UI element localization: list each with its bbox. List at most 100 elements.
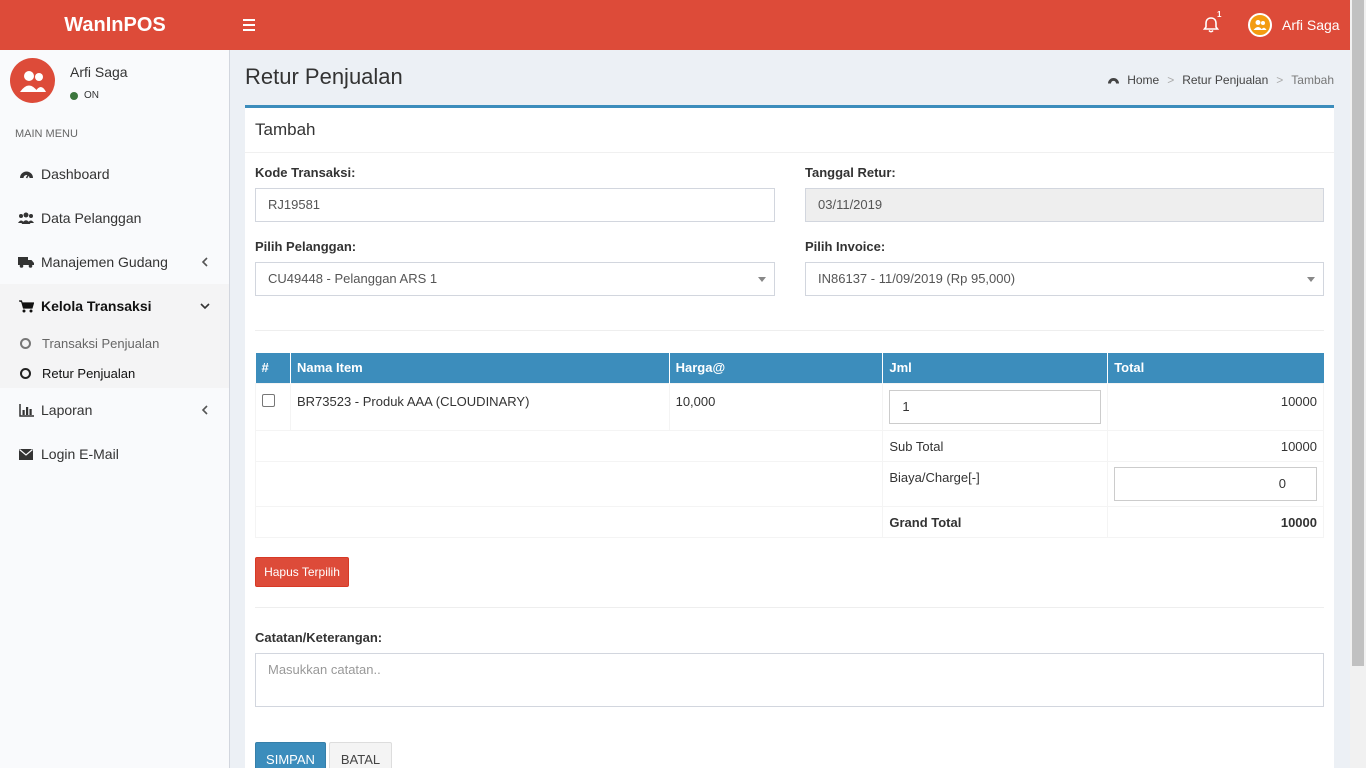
dropdown-arrow-icon (1307, 277, 1315, 282)
item-total-cell: 10000 (1107, 382, 1324, 431)
sidebar: Arfi Saga ON MAIN MENU Dashboard Data Pe… (0, 50, 230, 768)
cart-icon (18, 298, 34, 314)
sidebar-item-label: Kelola Transaksi (41, 298, 152, 314)
charge-cell: 0 (1107, 460, 1324, 507)
column-header: Nama Item (290, 353, 670, 383)
scrollbar-thumb[interactable] (1352, 0, 1364, 666)
user-panel: Arfi Saga ON (10, 58, 220, 106)
subtotal-label: Sub Total (882, 429, 1109, 462)
return-items-table: # Nama Item Harga@ Jml Total BR73523 - P… (254, 353, 1324, 538)
divider (245, 152, 1334, 153)
user-avatar-icon (10, 58, 55, 103)
catatan-label: Catatan/Keterangan: (255, 630, 383, 645)
header-user-name: Arfi Saga (1282, 17, 1340, 33)
sidebar-item-label: Manajemen Gudang (41, 254, 168, 270)
status-indicator: ON (70, 90, 99, 101)
tanggal-retur-input: 03/11/2019 (805, 188, 1324, 222)
qty-input[interactable]: 1 (889, 389, 1102, 424)
chevron-down-icon (199, 299, 211, 311)
sidebar-item-label: Dashboard (41, 166, 110, 182)
table-header-row: # Nama Item Harga@ Jml Total (255, 353, 1324, 383)
online-dot-icon (70, 91, 78, 100)
dashboard-icon (1107, 75, 1120, 86)
divider (255, 330, 1324, 331)
user-menu[interactable]: Arfi Saga (1248, 13, 1340, 37)
batal-button[interactable]: BATAL (329, 742, 392, 768)
submenu-item-transaksi-penjualan[interactable]: Transaksi Penjualan (20, 333, 159, 353)
breadcrumb-home[interactable]: Home (1127, 73, 1159, 87)
avatar-icon (1248, 13, 1272, 37)
breadcrumb-retur-penjualan[interactable]: Retur Penjualan (1182, 73, 1268, 87)
sidebar-item-data-pelanggan[interactable]: Data Pelanggan (0, 196, 229, 240)
sidebar-item-label: Data Pelanggan (41, 210, 142, 226)
column-header: Total (1107, 353, 1324, 383)
divider (255, 607, 1324, 608)
pelanggan-select[interactable]: CU49448 - Pelanggan ARS 1 (255, 262, 775, 296)
grand-total-value: 10000 (1107, 505, 1324, 538)
circle-icon (20, 367, 31, 379)
page-title: Retur Penjualan (245, 64, 403, 89)
qty-cell: 1 (882, 382, 1109, 431)
sidebar-item-laporan[interactable]: Laporan (0, 388, 229, 432)
pilih-invoice-label: Pilih Invoice: (805, 239, 886, 254)
submenu-kelola-transaksi: Transaksi Penjualan Retur Penjualan (0, 328, 229, 388)
sidebar-item-manajemen-gudang[interactable]: Manajemen Gudang (0, 240, 229, 284)
sidebar-item-login-email[interactable]: Login E-Mail (0, 432, 229, 476)
checkbox-cell (255, 382, 291, 431)
grand-total-label: Grand Total (882, 505, 1109, 538)
column-header: # (255, 353, 291, 383)
invoice-select[interactable]: IN86137 - 11/09/2019 (Rp 95,000) (805, 262, 1324, 296)
simpan-button[interactable]: SIMPAN (255, 742, 326, 768)
breadcrumb-separator: > (1276, 73, 1284, 87)
breadcrumb-separator: > (1167, 73, 1175, 87)
chevron-left-icon (199, 255, 211, 267)
envelope-icon (18, 446, 34, 462)
empty-cell (254, 460, 884, 507)
item-name-cell: BR73523 - Produk AAA (CLOUDINARY) (289, 382, 670, 431)
top-navbar: WanInPOS 1 Arfi Saga (0, 0, 1350, 50)
submenu-item-retur-penjualan[interactable]: Retur Penjualan (20, 363, 135, 383)
form-box: Tambah Kode Transaksi: RJ19581 Tanggal R… (245, 105, 1334, 768)
dashboard-icon (18, 166, 34, 182)
sidebar-item-kelola-transaksi[interactable]: Kelola Transaksi (0, 284, 229, 328)
grand-total-row: Grand Total 10000 (254, 505, 1324, 538)
menu-header: MAIN MENU (15, 128, 78, 140)
sidebar-item-dashboard[interactable]: Dashboard (0, 152, 229, 196)
breadcrumb: Home > Retur Penjualan > Tambah (1107, 73, 1334, 87)
column-header: Jml (882, 353, 1109, 383)
kode-transaksi-input[interactable]: RJ19581 (255, 188, 775, 222)
sidebar-user-name: Arfi Saga (70, 64, 128, 80)
kode-transaksi-label: Kode Transaksi: (255, 165, 356, 180)
hapus-terpilih-button[interactable]: Hapus Terpilih (255, 557, 349, 587)
charge-input[interactable]: 0 (1114, 466, 1317, 501)
hamburger-menu-icon[interactable] (243, 16, 259, 34)
pilih-pelanggan-label: Pilih Pelanggan: (255, 239, 357, 254)
empty-cell (254, 429, 884, 462)
subtotal-row: Sub Total 10000 (254, 429, 1324, 462)
chevron-left-icon (199, 403, 211, 415)
item-price-cell: 10,000 (668, 382, 884, 431)
box-title: Tambah (255, 120, 316, 139)
tanggal-retur-label: Tanggal Retur: (805, 165, 896, 180)
pelanggan-select-value: CU49448 - Pelanggan ARS 1 (268, 271, 438, 286)
charge-row: Biaya/Charge[-] 0 (254, 460, 1324, 507)
column-header: Harga@ (669, 353, 884, 383)
charge-label: Biaya/Charge[-] (882, 460, 1109, 507)
notification-badge: 1 (1217, 10, 1222, 19)
dropdown-arrow-icon (758, 277, 766, 282)
row-checkbox[interactable] (262, 393, 275, 407)
sidebar-item-label: Login E-Mail (41, 446, 119, 462)
truck-icon (18, 254, 34, 270)
chart-icon (18, 402, 34, 418)
sidebar-item-label: Laporan (41, 402, 93, 418)
breadcrumb-current: Tambah (1291, 73, 1334, 87)
catatan-textarea[interactable]: Masukkan catatan.. (255, 653, 1324, 707)
app-logo[interactable]: WanInPOS (0, 0, 230, 50)
status-text: ON (84, 90, 99, 101)
submenu-label: Transaksi Penjualan (42, 335, 160, 351)
submenu-label: Retur Penjualan (42, 365, 136, 381)
empty-cell (254, 505, 884, 538)
users-icon (18, 210, 34, 226)
catatan-placeholder: Masukkan catatan.. (268, 662, 381, 677)
invoice-select-value: IN86137 - 11/09/2019 (Rp 95,000) (818, 271, 1016, 286)
